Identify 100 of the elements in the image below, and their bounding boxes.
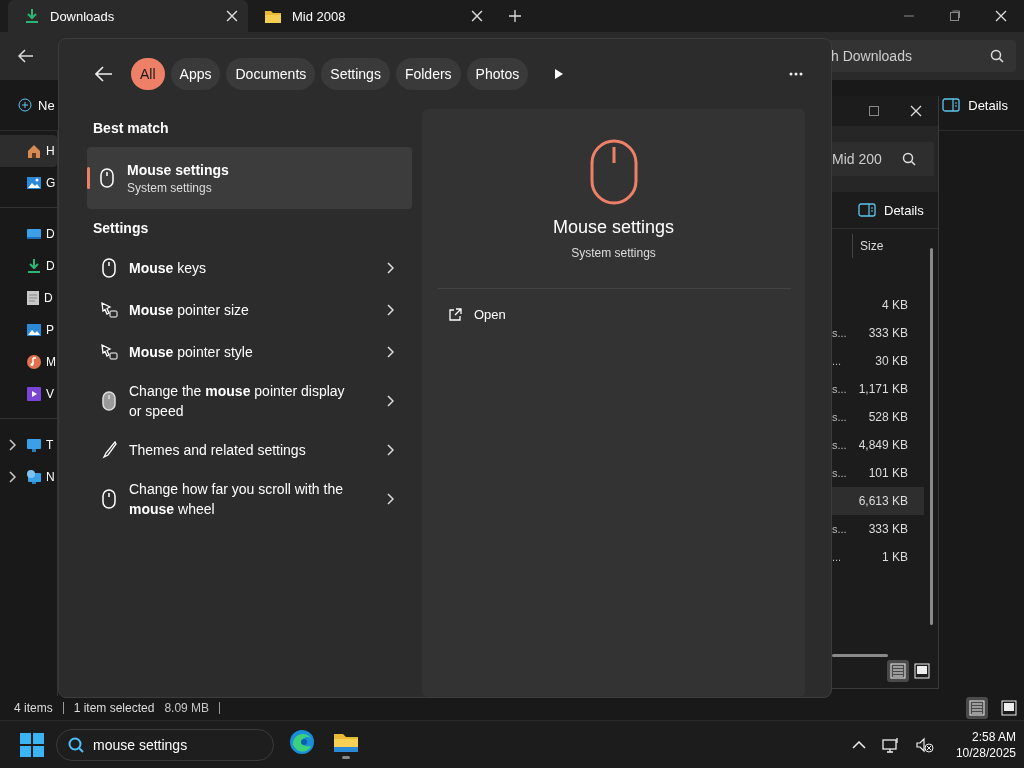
settings-result[interactable]: Mouse pointer style bbox=[87, 331, 412, 373]
file-row[interactable]: s... 4,849 KB bbox=[832, 431, 924, 459]
search-field[interactable]: mouse settings bbox=[56, 728, 274, 761]
plus-icon[interactable] bbox=[509, 10, 521, 22]
sidebar-item[interactable]: H bbox=[0, 135, 57, 167]
selection-size: 8.09 MB bbox=[164, 701, 210, 715]
close-icon[interactable] bbox=[910, 105, 922, 117]
music-icon bbox=[26, 354, 42, 370]
mouse-icon bbox=[102, 489, 116, 509]
sidebar-item[interactable]: D bbox=[0, 218, 57, 250]
file-row[interactable]: ... 30 KB bbox=[832, 347, 924, 375]
chevron-right-icon bbox=[386, 346, 394, 358]
details-view-button[interactable] bbox=[887, 660, 909, 682]
network-icon[interactable] bbox=[881, 736, 900, 753]
file-row[interactable]: s... 1,171 KB bbox=[832, 375, 924, 403]
item-subtitle: System settings bbox=[127, 180, 213, 195]
tiles-view-button[interactable] bbox=[911, 660, 933, 682]
sidebar-item[interactable]: G bbox=[0, 167, 57, 199]
sidebar-item[interactable]: D bbox=[0, 282, 57, 314]
browser-icon bbox=[289, 728, 315, 755]
monitor-icon bbox=[26, 437, 42, 453]
download-icon bbox=[24, 8, 40, 24]
volume-muted-icon[interactable] bbox=[915, 736, 934, 753]
settings-result[interactable]: Mouse pointer size bbox=[87, 289, 412, 331]
sidebar-item[interactable]: T bbox=[0, 429, 57, 461]
file-row[interactable]: 6,613 KB bbox=[832, 487, 924, 515]
settings-result[interactable]: Change the mouse pointer display or speed bbox=[87, 373, 412, 429]
sidebar-item[interactable]: V bbox=[0, 378, 57, 410]
download-icon bbox=[26, 258, 42, 274]
filter-chip[interactable]: Documents bbox=[226, 58, 316, 90]
open-link[interactable]: Open bbox=[448, 303, 506, 326]
tiles-view-button[interactable] bbox=[998, 697, 1020, 719]
close-icon[interactable] bbox=[226, 10, 238, 22]
filter-chip[interactable]: Folders bbox=[395, 58, 461, 90]
file-row[interactable]: s... 101 KB bbox=[832, 459, 924, 487]
maximize-icon[interactable] bbox=[949, 10, 961, 22]
column-header[interactable]: Size bbox=[852, 234, 884, 258]
search-field[interactable]: Mid 200 bbox=[832, 142, 934, 176]
play-icon[interactable] bbox=[554, 68, 565, 80]
close-icon[interactable] bbox=[471, 10, 483, 22]
file-row[interactable]: ... 1 KB bbox=[832, 543, 924, 571]
preview-title: Mouse settings bbox=[552, 217, 675, 238]
file-row[interactable]: s... 333 KB bbox=[832, 319, 924, 347]
back-arrow-icon[interactable] bbox=[95, 66, 113, 82]
browser-tab[interactable]: Mid 2008 bbox=[248, 0, 493, 32]
file-row[interactable]: s... 528 KB bbox=[832, 403, 924, 431]
file-row[interactable]: s... 333 KB bbox=[832, 515, 924, 543]
mouse-icon bbox=[100, 168, 114, 188]
window-icon bbox=[914, 663, 930, 679]
search-icon bbox=[902, 152, 916, 166]
item-title: Mouse settings bbox=[127, 161, 229, 178]
plus-circle-icon[interactable] bbox=[18, 98, 32, 112]
picture-icon bbox=[26, 175, 42, 191]
sidebar-item[interactable]: D bbox=[0, 250, 57, 282]
more-icon[interactable] bbox=[789, 72, 803, 76]
browser-tab[interactable]: Downloads bbox=[8, 0, 248, 32]
sidebar-item[interactable]: P bbox=[0, 314, 57, 346]
filter-chip[interactable]: Photos bbox=[466, 58, 529, 90]
chevron-up-icon[interactable] bbox=[851, 740, 866, 749]
close-icon[interactable] bbox=[995, 10, 1007, 22]
network-icon bbox=[26, 469, 42, 485]
preview-subtitle: System settings bbox=[571, 246, 656, 260]
settings-result[interactable]: Mouse keys bbox=[87, 247, 412, 289]
house-icon bbox=[26, 143, 42, 159]
section-heading: Best match bbox=[92, 119, 170, 138]
folder-icon bbox=[264, 8, 282, 24]
details-button[interactable]: Details bbox=[942, 97, 1008, 113]
settings-result[interactable]: Change how far you scroll with the mouse wheel bbox=[87, 471, 412, 527]
filter-chip[interactable]: All bbox=[131, 58, 165, 90]
window-icon bbox=[1001, 700, 1017, 716]
selection-indicator bbox=[87, 167, 90, 189]
details-pane-icon bbox=[942, 98, 961, 112]
clock[interactable]: 2:58 AM 10/28/2025 bbox=[955, 729, 1016, 760]
details-view-button[interactable] bbox=[966, 697, 988, 719]
best-match-item[interactable]: Mouse settings System settings bbox=[87, 147, 412, 209]
chevron-right-icon bbox=[386, 395, 394, 407]
filter-chip[interactable]: Apps bbox=[170, 58, 221, 90]
mouse-icon bbox=[589, 139, 638, 205]
document-icon bbox=[26, 290, 40, 306]
section-heading: Settings bbox=[92, 219, 150, 238]
settings-result[interactable]: Themes and related settings bbox=[87, 429, 412, 471]
details-button[interactable]: Details bbox=[858, 202, 924, 218]
file-row[interactable]: 4 KB bbox=[832, 291, 924, 319]
chevron-right-icon bbox=[386, 493, 394, 505]
windows-logo-icon[interactable] bbox=[20, 732, 44, 757]
search-icon bbox=[990, 49, 1004, 63]
list-icon bbox=[890, 663, 906, 679]
back-arrow-icon[interactable] bbox=[18, 49, 34, 63]
filter-chip[interactable]: Settings bbox=[321, 58, 390, 90]
details-pane-icon bbox=[858, 203, 876, 217]
sidebar-item[interactable]: N bbox=[0, 461, 57, 493]
chevron-right-icon bbox=[386, 262, 394, 274]
scrollbar[interactable] bbox=[832, 654, 888, 657]
scrollbar[interactable] bbox=[930, 248, 933, 625]
sidebar-item[interactable]: M bbox=[0, 346, 57, 378]
open-external-icon bbox=[448, 307, 462, 322]
maximize-icon[interactable] bbox=[868, 105, 880, 117]
new-button[interactable]: Ne bbox=[38, 97, 55, 113]
pointer-icon bbox=[100, 301, 118, 319]
pointer-icon bbox=[100, 343, 118, 361]
